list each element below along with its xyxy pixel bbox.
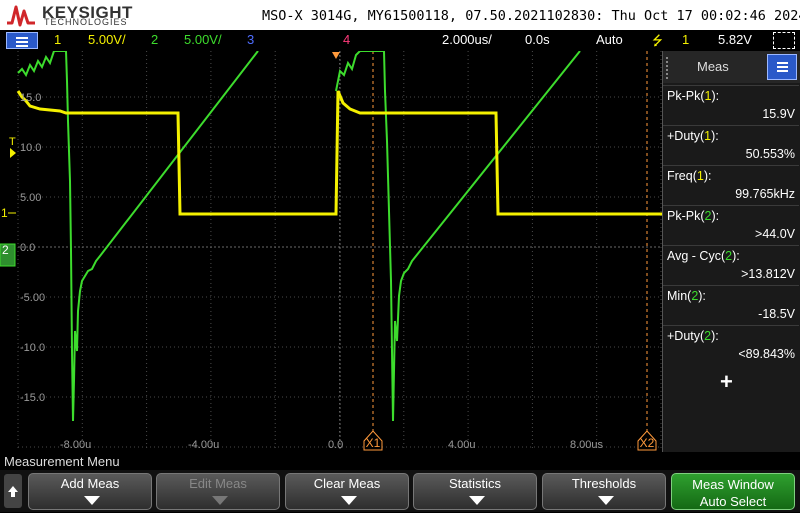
trigger-level-arrow — [10, 148, 16, 158]
x-tick-label: 8.00us — [570, 439, 604, 451]
measurement-channel: 2 — [691, 289, 699, 303]
y-tick-label: 10.0 — [20, 142, 41, 154]
measurement-name: Pk-Pk(1): — [667, 89, 720, 103]
graticule — [17, 51, 662, 451]
cursor-x2-label: X2 — [640, 436, 655, 450]
trigger-time-marker — [332, 52, 340, 59]
x-tick-label: -4.00u — [188, 439, 219, 451]
x-tick-label: -8.00u — [60, 439, 91, 451]
meas-window-label: Meas Window Auto Select — [692, 477, 774, 509]
trigger-mode[interactable]: Auto — [596, 32, 623, 47]
chevron-down-icon — [84, 496, 100, 505]
measurement-panel: Meas Pk-Pk(1): 15.9V +Duty(1): 50.553% Freq(… — [662, 51, 800, 452]
edit-meas-button[interactable]: Edit Meas — [156, 473, 280, 510]
ch2-scale[interactable]: 5.00V/ — [184, 32, 222, 47]
chevron-down-icon — [469, 496, 485, 505]
trigger-level-marker: T — [9, 136, 16, 148]
measurement-channel: 1 — [704, 129, 712, 143]
edit-meas-label: Edit Meas — [189, 476, 247, 491]
add-meas-button[interactable]: Add Meas — [28, 473, 152, 510]
cursor-x1-label: X1 — [366, 436, 381, 450]
measurement-value: 15.9V — [762, 107, 795, 121]
delay[interactable]: 0.0s — [525, 32, 550, 47]
panel-title: Meas — [697, 59, 729, 74]
keysight-logo: KEYSIGHT TECHNOLOGIES — [6, 2, 132, 28]
measurement-value: 50.553% — [745, 147, 795, 161]
measurement-row[interactable]: Min(2): -18.5V — [663, 285, 799, 325]
chevron-down-icon — [212, 496, 228, 505]
ch2-marker-label: 2 — [2, 243, 9, 257]
meas-window-button[interactable]: Meas Window Auto Select — [671, 473, 795, 510]
title-bar: KEYSIGHT TECHNOLOGIES MSO-X 3014G, MY615… — [0, 0, 800, 30]
thresholds-button[interactable]: Thresholds — [542, 473, 666, 510]
menu-title: Measurement Menu — [4, 454, 120, 469]
chevron-down-icon — [598, 496, 614, 505]
screenshot-icon[interactable] — [773, 32, 795, 49]
measurement-value: -18.5V — [758, 307, 795, 321]
measurement-name: +Duty(2): — [667, 329, 719, 343]
measurement-row[interactable]: +Duty(2): <89.843% — [663, 325, 799, 365]
trigger-level[interactable]: 5.82V — [718, 32, 752, 47]
status-bar: 1 5.00V/ 2 5.00V/ 3 4 2.000us/ 0.0s Auto… — [0, 30, 800, 51]
measurement-channel: 2 — [725, 249, 733, 263]
y-axis-labels: 15.0 10.0 5.00 0.0 -5.00 -10.0 -15.0 — [20, 92, 45, 404]
y-tick-label: -5.00 — [20, 292, 45, 304]
instrument-title: MSO-X 3014G, MY61500118, 07.50.202110283… — [262, 8, 800, 24]
measurement-value: >13.812V — [741, 267, 795, 281]
clear-meas-button[interactable]: Clear Meas — [285, 473, 409, 510]
ch4-number[interactable]: 4 — [343, 32, 350, 47]
measurement-channel: 1 — [696, 169, 704, 183]
measurement-name: Avg - Cyc(2): — [667, 249, 740, 263]
measurement-row[interactable]: Pk-Pk(2): >44.0V — [663, 205, 799, 245]
measurement-row[interactable]: Avg - Cyc(2): >13.812V — [663, 245, 799, 285]
clear-meas-label: Clear Meas — [313, 476, 381, 491]
menu-up-button[interactable] — [4, 474, 22, 508]
add-measurement-icon[interactable]: + — [720, 369, 733, 395]
timebase[interactable]: 2.000us/ — [442, 32, 492, 47]
y-tick-label: -15.0 — [20, 392, 45, 404]
measurement-value: >44.0V — [755, 227, 795, 241]
measurement-channel: 2 — [704, 209, 712, 223]
measurement-name: Freq(1): — [667, 169, 712, 183]
ch2-number[interactable]: 2 — [151, 32, 158, 47]
x-axis-labels: -8.00u -4.00u 0.0 4.00u 8.00us — [60, 439, 604, 451]
trigger-source[interactable]: 1 — [682, 32, 689, 47]
measurement-value: <89.843% — [738, 347, 795, 361]
ch2-waveform — [17, 51, 581, 422]
measurement-row[interactable]: Freq(1): 99.765kHz — [663, 165, 799, 205]
measurement-channel: 2 — [704, 329, 712, 343]
measurement-channel: 1 — [704, 89, 712, 103]
chevron-down-icon — [341, 496, 357, 505]
main-menu-button[interactable] — [6, 32, 38, 49]
statistics-button[interactable]: Statistics — [413, 473, 537, 510]
measurement-name: Min(2): — [667, 289, 706, 303]
thresholds-label: Thresholds — [571, 476, 637, 491]
y-tick-label: -10.0 — [20, 342, 45, 354]
measurement-name: +Duty(1): — [667, 129, 719, 143]
panel-grip-handle[interactable] — [666, 57, 672, 79]
brand-sub: TECHNOLOGIES — [44, 17, 128, 27]
ch1-marker-label: 1 — [1, 206, 8, 220]
y-tick-label: 0.0 — [20, 242, 35, 254]
ch1-number[interactable]: 1 — [54, 32, 61, 47]
ch1-scale[interactable]: 5.00V/ — [88, 32, 126, 47]
measurement-panel-header: Meas — [663, 51, 800, 83]
panel-menu-icon[interactable] — [767, 54, 797, 80]
y-tick-label: 5.00 — [20, 192, 41, 204]
y-tick-label: 15.0 — [20, 92, 41, 104]
waveform-display[interactable]: 15.010.05.000.0-5.00-10.0-15.0 -8.00u -4.… — [0, 51, 662, 452]
x-tick-label: 0.0 — [328, 439, 343, 451]
statistics-label: Statistics — [448, 476, 501, 491]
measurement-value: 99.765kHz — [735, 187, 795, 201]
x-tick-label: 4.00u — [448, 439, 476, 451]
measurement-row[interactable]: +Duty(1): 50.553% — [663, 125, 799, 165]
measurement-name: Pk-Pk(2): — [667, 209, 720, 223]
measurement-row[interactable]: Pk-Pk(1): 15.9V — [663, 85, 799, 125]
keysight-wave-icon — [7, 5, 35, 27]
add-meas-label: Add Meas — [60, 476, 120, 491]
ch3-number[interactable]: 3 — [247, 32, 254, 47]
